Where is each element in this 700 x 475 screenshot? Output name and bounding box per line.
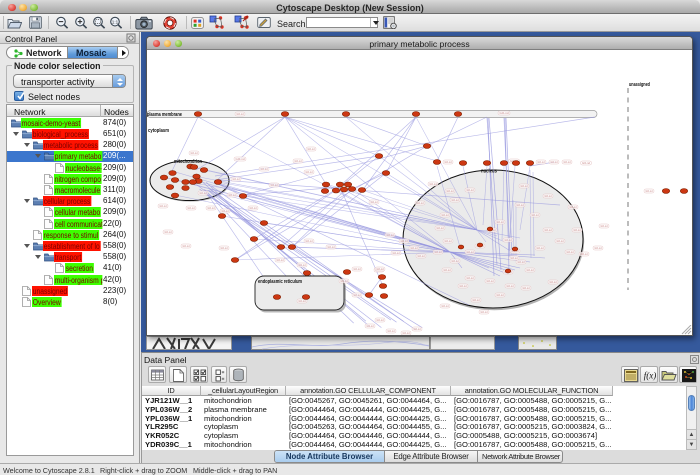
svg-text:GO-nd: GO-nd [354,267,361,271]
svg-text:GO-nd: GO-nd [570,205,577,209]
svg-text:GO-nd: GO-nd [229,193,236,197]
svg-text:GO-nd: GO-nd [236,157,245,161]
svg-text:GO-nd: GO-nd [545,194,552,198]
svg-text:GO-nd: GO-nd [445,239,452,243]
svg-text:GO-nd: GO-nd [551,160,558,164]
svg-text:plasma membrane: plasma membrane [147,112,183,118]
svg-text:GO-nd: GO-nd [487,279,494,283]
svg-text:GO-nd: GO-nd [418,254,425,258]
svg-text:endoplasmic reticulum: endoplasmic reticulum [258,279,302,285]
svg-text:GO-nd: GO-nd [557,239,564,243]
svg-text:GO-nd: GO-nd [538,160,545,164]
svg-text:GO-nd: GO-nd [387,233,394,237]
svg-text:GO-nd: GO-nd [367,324,374,328]
svg-text:GO-nd: GO-nd [430,182,437,186]
svg-text:GO-nd: GO-nd [511,256,518,260]
svg-text:GO-nd: GO-nd [208,206,215,210]
svg-text:GO-nd: GO-nd [532,213,539,217]
svg-text:GO-nd: GO-nd [437,226,444,230]
svg-text:GO-nd: GO-nd [497,293,504,297]
svg-text:GO-nd: GO-nd [328,245,335,249]
svg-text:f(x): f(x) [644,371,657,381]
svg-text:GO-nd: GO-nd [200,191,207,195]
svg-text:GO-nd: GO-nd [295,159,302,163]
svg-text:GO-nd: GO-nd [191,151,198,155]
svg-text:1:1: 1:1 [112,20,119,25]
svg-text:GO-nd: GO-nd [445,160,452,164]
svg-text:GO-nd: GO-nd [507,284,514,288]
svg-text:GO-nd: GO-nd [222,209,229,213]
svg-text:GO-nd: GO-nd [545,228,552,232]
svg-text:GO-nd: GO-nd [183,244,190,248]
svg-text:GO-nd: GO-nd [354,293,361,297]
svg-text:GO-nd: GO-nd [377,318,384,322]
svg-text:GO-nd: GO-nd [371,200,378,204]
svg-text:GO-nd: GO-nd [160,204,167,208]
svg-text:GO-nd: GO-nd [401,239,408,243]
svg-text:GO-nd: GO-nd [452,198,459,202]
svg-text:GO-nd: GO-nd [523,286,530,290]
svg-text:GO-nd: GO-nd [388,329,395,333]
svg-text:GO-nd: GO-nd [500,111,509,115]
svg-text:GO-nd: GO-nd [564,160,571,164]
svg-text:GO-nd: GO-nd [521,184,528,188]
svg-text:GO-nd: GO-nd [277,258,284,262]
svg-text:GO-nd: GO-nd [447,189,454,193]
svg-text:GO-nd: GO-nd [582,161,590,165]
svg-text:GO-nd: GO-nd [601,224,608,228]
svg-text:cytoplasm: cytoplasm [148,128,169,134]
svg-text:GO-nd: GO-nd [595,246,602,250]
svg-text:GO-nd: GO-nd [306,170,313,174]
svg-text:GO-nd: GO-nd [518,260,525,264]
svg-text:GO-nd: GO-nd [481,310,488,314]
svg-text:GO-nd: GO-nd [250,206,257,210]
svg-text:GO-nd: GO-nd [527,268,534,272]
svg-text:GO-nd: GO-nd [403,331,410,335]
svg-text:GO-nd: GO-nd [452,259,459,263]
svg-text:unassigned: unassigned [629,82,650,88]
svg-text:GO-nd: GO-nd [581,252,588,256]
svg-text:GO-nd: GO-nd [306,239,313,243]
svg-text:GO-nd: GO-nd [299,263,306,267]
svg-text:GO-nd: GO-nd [473,298,480,302]
svg-text:GO-nd: GO-nd [377,267,384,271]
svg-text:GO-nd: GO-nd [411,246,418,250]
svg-text:GO-nd: GO-nd [646,189,653,193]
svg-text:GO-nd: GO-nd [517,203,524,207]
svg-text:GO-nd: GO-nd [467,188,474,192]
svg-text:GO-nd: GO-nd [233,177,240,181]
svg-text:GO-nd: GO-nd [271,183,278,187]
svg-text:nucleus: nucleus [481,169,497,175]
svg-text:GO-nd: GO-nd [497,220,504,224]
svg-text:GO-nd: GO-nd [574,228,581,232]
svg-text:GO-nd: GO-nd [341,279,348,283]
svg-text:GO-nd: GO-nd [435,250,442,254]
svg-text:GO-nd: GO-nd [460,284,467,288]
svg-text:GO-nd: GO-nd [308,147,315,151]
svg-text:GO-nd: GO-nd [261,167,268,171]
svg-text:GO-nd: GO-nd [165,230,172,234]
svg-text:GO-nd: GO-nd [442,304,449,308]
svg-text:GO-nd: GO-nd [467,276,474,280]
svg-text:GO-nd: GO-nd [188,206,195,210]
svg-text:GO-nd: GO-nd [417,201,424,205]
svg-text:GO-nd: GO-nd [442,213,449,217]
svg-text:GO-nd: GO-nd [393,251,400,255]
svg-text:GO-nd: GO-nd [537,246,544,250]
svg-text:GO-nd: GO-nd [221,246,228,250]
svg-text:GO-nd: GO-nd [505,238,512,242]
svg-text:GO-nd: GO-nd [237,112,244,116]
svg-text:GO-nd: GO-nd [444,268,451,272]
svg-text:GO-nd: GO-nd [414,327,421,331]
svg-text:GO-nd: GO-nd [550,280,557,284]
svg-text:GO-nd: GO-nd [567,250,574,254]
svg-text:mitochondrion: mitochondrion [174,159,202,165]
svg-text:GO-nd: GO-nd [467,250,474,254]
